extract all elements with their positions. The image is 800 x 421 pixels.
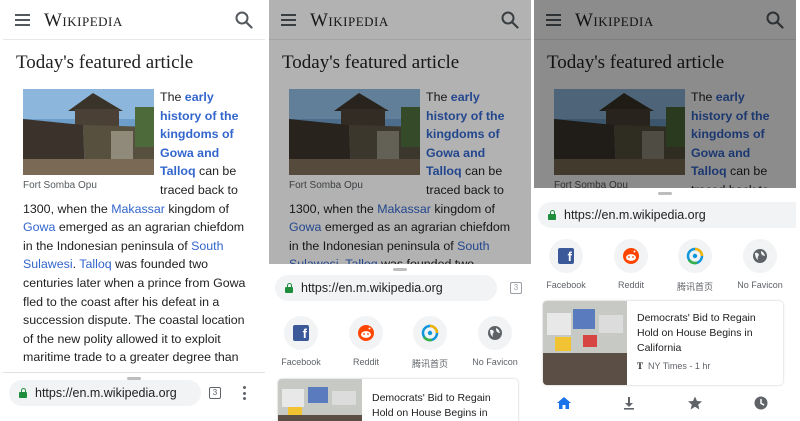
tab-switcher-button[interactable]: 3 <box>209 387 221 399</box>
text-run: kingdom of <box>164 201 229 216</box>
shortcut-label: Reddit <box>352 357 379 367</box>
url-bar[interactable]: https://en.m.wikipedia.org <box>275 275 497 301</box>
facebook-icon: f <box>558 248 574 264</box>
lock-icon <box>285 283 293 293</box>
url-bar[interactable]: https://en.m.wikipedia.org <box>9 380 201 406</box>
shortcut-facebook[interactable]: f Facebook <box>271 316 331 367</box>
drag-handle[interactable] <box>658 192 672 195</box>
url-text: https://en.m.wikipedia.org <box>301 281 443 295</box>
wikipedia-wordmark[interactable]: Wikipedia <box>44 10 123 32</box>
search-icon[interactable] <box>235 11 253 29</box>
news-source-text: NY Times - 1 hr <box>648 361 711 371</box>
link-makassar[interactable]: Makassar <box>111 202 165 216</box>
text-run: The <box>160 90 185 104</box>
lock-icon <box>19 388 27 398</box>
url-bar[interactable]: https://en.m.wikipedia.org <box>538 202 796 228</box>
bottom-sheet: https://en.m.wikipedia.org f Facebook Red… <box>534 188 796 421</box>
bottom-nav <box>534 389 796 417</box>
news-card[interactable]: Democrats' Bid to Regain Hold on House B… <box>543 301 783 385</box>
news-card-source: T NY Times - 1 hr <box>637 361 710 371</box>
globe-icon <box>753 249 767 263</box>
shortcut-no-favicon[interactable]: No Favicon <box>730 239 790 290</box>
shortcut-tencent[interactable]: 腾讯首页 <box>665 239 725 293</box>
globe-icon <box>488 326 502 340</box>
url-text: https://en.m.wikipedia.org <box>564 208 706 222</box>
bottom-toolbar: https://en.m.wikipedia.org 3 <box>3 372 265 421</box>
more-options-icon[interactable] <box>243 386 247 400</box>
news-card-image <box>278 379 362 421</box>
shortcut-label: No Favicon <box>472 357 518 367</box>
home-icon[interactable] <box>556 395 572 411</box>
image-caption: Fort Somba Opu <box>23 180 97 191</box>
shortcut-label: 腾讯首页 <box>411 359 448 369</box>
news-card-image <box>543 301 627 385</box>
shortcut-label: Facebook <box>281 357 321 367</box>
shortcut-no-favicon[interactable]: No Favicon <box>465 316 525 367</box>
shortcut-tencent[interactable]: 腾讯首页 <box>400 316 460 370</box>
fort-somba-opu-image[interactable] <box>23 89 154 175</box>
shortcut-facebook[interactable]: f Facebook <box>536 239 596 290</box>
link-gowa[interactable]: Gowa <box>23 220 55 234</box>
history-icon[interactable] <box>753 395 769 411</box>
tab-switcher-button[interactable]: 3 <box>510 282 522 294</box>
facebook-icon: f <box>293 325 309 341</box>
reddit-icon <box>623 248 639 264</box>
bottom-sheet: https://en.m.wikipedia.org 3 f Facebook R… <box>269 264 531 421</box>
nytimes-logo: T <box>637 361 644 371</box>
tencent-icon <box>421 324 439 342</box>
link-talloq[interactable]: Talloq <box>79 257 111 271</box>
news-card-title: Democrats' Bid to Regain Hold on House B… <box>372 392 491 419</box>
shortcut-reddit[interactable]: Reddit <box>336 316 396 367</box>
shortcut-reddit[interactable]: Reddit <box>601 239 661 290</box>
shortcut-label: Reddit <box>617 280 644 290</box>
news-card[interactable]: Democrats' Bid to Regain Hold on House B… <box>278 379 518 421</box>
menu-icon[interactable] <box>15 14 30 26</box>
featured-article-heading: Today's featured article <box>16 52 194 73</box>
screen-default: Wikipedia Today's featured article The e… <box>3 0 265 421</box>
star-icon[interactable] <box>687 395 703 411</box>
screen-sheet-expanded: Wikipedia Today's featured article The e… <box>534 0 796 421</box>
shortcut-label: No Favicon <box>737 280 783 290</box>
text-run: was founded two centuries later when a p… <box>23 257 246 365</box>
download-icon[interactable] <box>621 395 637 411</box>
screen-sheet-half: Wikipedia Today's featured article The e… <box>269 0 531 421</box>
tencent-icon <box>686 247 704 265</box>
shortcut-label: Facebook <box>546 280 586 290</box>
reddit-icon <box>358 325 374 341</box>
news-card-title: Democrats' Bid to Regain Hold on House B… <box>637 312 756 354</box>
wikipedia-header: Wikipedia <box>3 0 265 40</box>
shortcut-label: 腾讯首页 <box>676 282 713 292</box>
drag-handle[interactable] <box>393 268 407 271</box>
lock-icon <box>548 210 556 220</box>
url-text: https://en.m.wikipedia.org <box>35 386 177 400</box>
